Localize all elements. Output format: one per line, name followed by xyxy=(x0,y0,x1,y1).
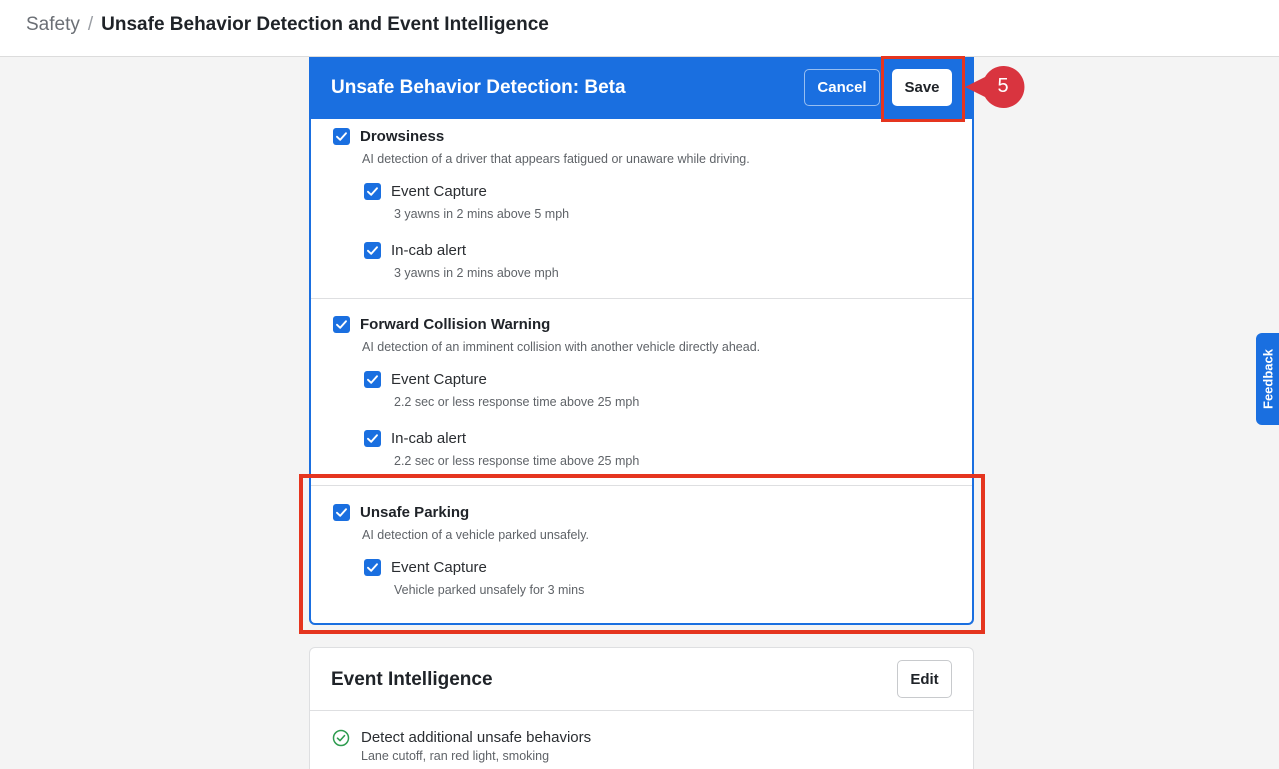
checkmark-icon xyxy=(336,132,347,141)
option-description: 2.2 sec or less response time above 25 m… xyxy=(394,395,640,409)
forward-collision-event-capture-checkbox[interactable] xyxy=(364,371,381,388)
feedback-tab[interactable]: Feedback xyxy=(1256,333,1279,425)
behavior-label: Forward Collision Warning xyxy=(360,316,551,333)
event-intelligence-title: Event Intelligence xyxy=(331,669,493,690)
event-intelligence-card: Event Intelligence Edit Detect additiona… xyxy=(309,647,974,769)
panel-title: Unsafe Behavior Detection: Beta xyxy=(331,77,626,98)
option-label: In-cab alert xyxy=(391,430,467,447)
behavior-drowsiness: Drowsiness AI detection of a driver that… xyxy=(311,119,972,299)
drowsiness-in-cab-alert-checkbox[interactable] xyxy=(364,242,381,259)
drowsiness-checkbox[interactable] xyxy=(333,128,350,145)
option-description: 3 yawns in 2 mins above 5 mph xyxy=(394,207,570,221)
behavior-description: AI detection of an imminent collision wi… xyxy=(362,340,761,354)
forward-collision-checkbox[interactable] xyxy=(333,316,350,333)
unsafe-parking-highlight-box xyxy=(299,474,985,634)
checkmark-icon xyxy=(367,434,378,443)
top-bar: Safety / Unsafe Behavior Detection and Eve… xyxy=(0,0,1279,57)
step-number: 5 xyxy=(997,75,1009,97)
option-label: Event Capture xyxy=(391,183,487,200)
checkmark-icon xyxy=(336,320,347,329)
page-title: Unsafe Behavior Detection and Event Inte… xyxy=(101,14,549,35)
checkmark-icon xyxy=(367,187,378,196)
option-label: In-cab alert xyxy=(391,242,467,259)
checkmark-icon xyxy=(367,246,378,255)
feedback-label: Feedback xyxy=(1260,349,1275,409)
forward-collision-in-cab-alert-checkbox[interactable] xyxy=(364,430,381,447)
behavior-forward-collision-warning: Forward Collision Warning AI detection o… xyxy=(311,299,972,485)
behavior-label: Drowsiness xyxy=(360,128,445,145)
breadcrumb-safety-link[interactable]: Safety xyxy=(26,14,80,35)
breadcrumb: Safety / Unsafe Behavior Detection and Eve… xyxy=(26,14,549,36)
event-intelligence-item-label: Detect additional unsafe behaviors xyxy=(361,729,592,746)
drowsiness-event-capture-checkbox[interactable] xyxy=(364,183,381,200)
option-label: Event Capture xyxy=(391,371,487,388)
card-divider xyxy=(310,710,973,711)
option-description: 3 yawns in 2 mins above mph xyxy=(394,266,559,280)
save-highlight-box xyxy=(881,56,965,122)
cancel-button[interactable]: Cancel xyxy=(804,69,880,106)
option-description: 2.2 sec or less response time above 25 m… xyxy=(394,454,640,468)
breadcrumb-separator: / xyxy=(87,14,94,35)
panel-header: Unsafe Behavior Detection: Beta Cancel S… xyxy=(311,57,972,119)
behavior-description: AI detection of a driver that appears fa… xyxy=(362,152,750,166)
edit-button[interactable]: Edit xyxy=(897,660,952,698)
checkmark-icon xyxy=(367,375,378,384)
event-intelligence-item-description: Lane cutoff, ran red light, smoking xyxy=(361,749,550,763)
check-circle-icon xyxy=(332,729,350,747)
